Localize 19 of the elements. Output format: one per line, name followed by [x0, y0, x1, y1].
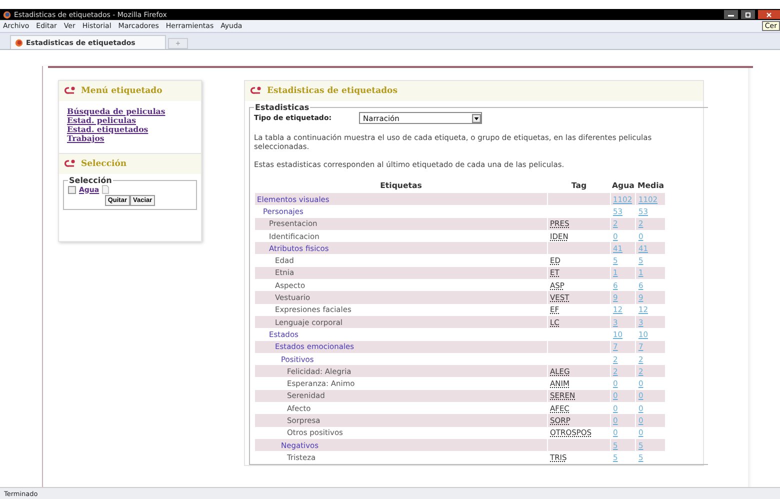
group-legend: Selección	[68, 176, 113, 185]
group-legend: Estadisticas	[254, 103, 310, 112]
maximize-button[interactable]	[741, 10, 755, 19]
panel-title: Menú etiquetado	[81, 86, 162, 96]
panel-title: Estadisticas de etiquetados	[267, 86, 398, 96]
page-icon	[102, 185, 110, 194]
curl-icon	[63, 159, 77, 169]
close-button[interactable]	[758, 10, 780, 19]
panel-title: Selección	[81, 159, 127, 169]
curl-icon	[63, 86, 77, 96]
minimize-button[interactable]	[724, 10, 738, 19]
curl-icon	[249, 86, 263, 96]
firefox-icon	[3, 10, 11, 18]
dropdown-arrow-icon	[472, 114, 481, 122]
maximize-icon	[743, 12, 753, 18]
favicon-icon	[15, 38, 23, 46]
checkbox[interactable]	[68, 186, 76, 194]
new-tab-button[interactable]: +	[168, 38, 188, 49]
close-icon	[764, 12, 774, 18]
